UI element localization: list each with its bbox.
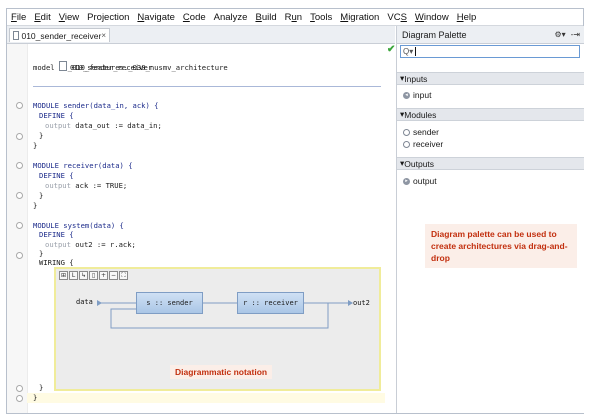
output-keyword: output xyxy=(45,181,71,190)
palette-item-label: output xyxy=(413,176,437,186)
fold-marker-icon[interactable] xyxy=(16,192,23,199)
code-text: ack := TRUE; xyxy=(70,181,128,190)
code-line: output out2 := r.ack; xyxy=(45,240,136,249)
code-line: WIRING { xyxy=(39,258,74,267)
model-path: _010_features._030_nusmv_architecture xyxy=(67,63,228,72)
palette-item-label: sender xyxy=(413,127,439,137)
code-line: MODULE sender(data_in, ack) { xyxy=(33,101,159,110)
palette-note: Diagram palette can be used to create ar… xyxy=(425,224,577,268)
menu-edit[interactable]: Edit xyxy=(30,12,54,23)
tab-010-sender-receiver[interactable]: 010_sender_receiver × xyxy=(9,28,110,42)
code-line: DEFINE { xyxy=(39,230,74,239)
code-line: DEFINE { xyxy=(39,111,74,120)
palette-header: Diagram Palette ⚙▾ -⇥ xyxy=(397,26,584,44)
code-editor[interactable]: ✔ 010_sender_receiver model _010_feature… xyxy=(7,44,395,413)
menu-code[interactable]: Code xyxy=(179,12,210,23)
wiring-diagram[interactable]: ⊞ L ↳ ▯ + − ⛶ data s:: sender r:: rece… xyxy=(54,267,381,391)
search-icon: Q▾ xyxy=(403,47,414,56)
code-line: } xyxy=(39,131,44,140)
fold-marker-icon[interactable] xyxy=(16,385,23,392)
current-line-highlight xyxy=(27,393,385,403)
file-icon xyxy=(13,31,20,40)
section-label: Modules xyxy=(404,109,437,120)
code-text: out2 := r.ack; xyxy=(70,240,136,249)
menu-bar: File Edit View Projection Navigate Code … xyxy=(7,9,583,26)
code-line: } xyxy=(33,393,38,402)
menu-navigate[interactable]: Navigate xyxy=(133,12,179,23)
code-line: } xyxy=(39,191,44,200)
section-label: Inputs xyxy=(404,73,428,84)
menu-file[interactable]: File xyxy=(7,12,30,23)
model-keyword: model xyxy=(33,63,55,72)
palette-title: Diagram Palette xyxy=(402,29,467,40)
fold-marker-icon[interactable] xyxy=(16,102,23,109)
output-keyword: output xyxy=(45,121,71,130)
diagram-palette-panel: Diagram Palette ⚙▾ -⇥ Q▾ ▾ Inputs ◂ inpu… xyxy=(396,26,584,413)
close-icon[interactable]: × xyxy=(101,31,106,40)
menu-tools[interactable]: Tools xyxy=(306,12,336,23)
menu-projection[interactable]: Projection xyxy=(83,12,133,23)
palette-search-input[interactable]: Q▾ xyxy=(400,45,580,58)
code-line: } xyxy=(39,249,44,258)
model-divider xyxy=(33,86,381,87)
code-line: } xyxy=(33,201,38,210)
palette-item-label: input xyxy=(413,90,432,100)
diagram-note: Diagrammatic notation xyxy=(170,365,273,379)
output-keyword: output xyxy=(45,240,71,249)
code-line: output ack := TRUE; xyxy=(45,181,127,190)
fold-marker-icon[interactable] xyxy=(16,395,23,402)
code-line: output data_out := data_in; xyxy=(45,121,162,130)
menu-view[interactable]: View xyxy=(55,12,83,23)
receiver-block[interactable]: r :: receiver xyxy=(237,292,304,314)
palette-section-inputs[interactable]: ▾ Inputs xyxy=(397,72,584,85)
palette-item-label: receiver xyxy=(413,139,444,149)
tab-label: 010_sender_receiver xyxy=(21,30,102,41)
output-port-icon: ▸ xyxy=(403,177,410,185)
fold-marker-icon[interactable] xyxy=(16,222,23,229)
palette-item-sender[interactable]: sender xyxy=(403,127,439,137)
output-port-label: out2 xyxy=(353,299,370,307)
editor-tab-bar: 010_sender_receiver × xyxy=(7,26,395,44)
editor-gutter xyxy=(7,44,28,413)
settings-icon[interactable]: ⚙▾ xyxy=(554,30,565,39)
fold-marker-icon[interactable] xyxy=(16,162,23,169)
code-line: } xyxy=(33,141,38,150)
palette-section-outputs[interactable]: ▾ Outputs xyxy=(397,157,584,170)
validation-check-icon: ✔ xyxy=(387,44,396,55)
menu-vcs[interactable]: VCS xyxy=(383,12,411,23)
ide-window: File Edit View Projection Navigate Code … xyxy=(6,8,584,414)
hide-panel-icon[interactable]: -⇥ xyxy=(571,30,580,39)
module-icon xyxy=(403,140,410,148)
code-line: DEFINE { xyxy=(39,171,74,180)
text-cursor xyxy=(415,47,417,56)
palette-item-receiver[interactable]: receiver xyxy=(403,139,443,149)
fold-marker-icon[interactable] xyxy=(16,133,23,140)
menu-run[interactable]: Run xyxy=(281,12,306,23)
input-port-icon xyxy=(97,300,102,306)
model-path-line: model _010_features._030_nusmv_architect… xyxy=(33,63,228,72)
sender-block[interactable]: s :: sender xyxy=(136,292,203,314)
menu-help[interactable]: Help xyxy=(453,12,481,23)
menu-migration[interactable]: Migration xyxy=(336,12,383,23)
palette-section-modules[interactable]: ▾ Modules xyxy=(397,108,584,121)
menu-build[interactable]: Build xyxy=(251,12,280,23)
code-line: MODULE receiver(data) { xyxy=(33,161,133,170)
input-port-icon: ◂ xyxy=(403,91,410,99)
menu-analyze[interactable]: Analyze xyxy=(210,12,252,23)
menu-window[interactable]: Window xyxy=(411,12,453,23)
module-icon xyxy=(403,128,410,136)
palette-item-input[interactable]: ◂ input xyxy=(403,90,431,100)
code-line: MODULE system(data) { xyxy=(33,221,124,230)
palette-item-output[interactable]: ▸ output xyxy=(403,176,437,186)
code-line: } xyxy=(39,383,44,392)
section-label: Outputs xyxy=(404,158,435,169)
code-text: data_out := data_in; xyxy=(70,121,162,130)
input-port-label: data xyxy=(76,298,93,306)
fold-marker-icon[interactable] xyxy=(16,252,23,259)
